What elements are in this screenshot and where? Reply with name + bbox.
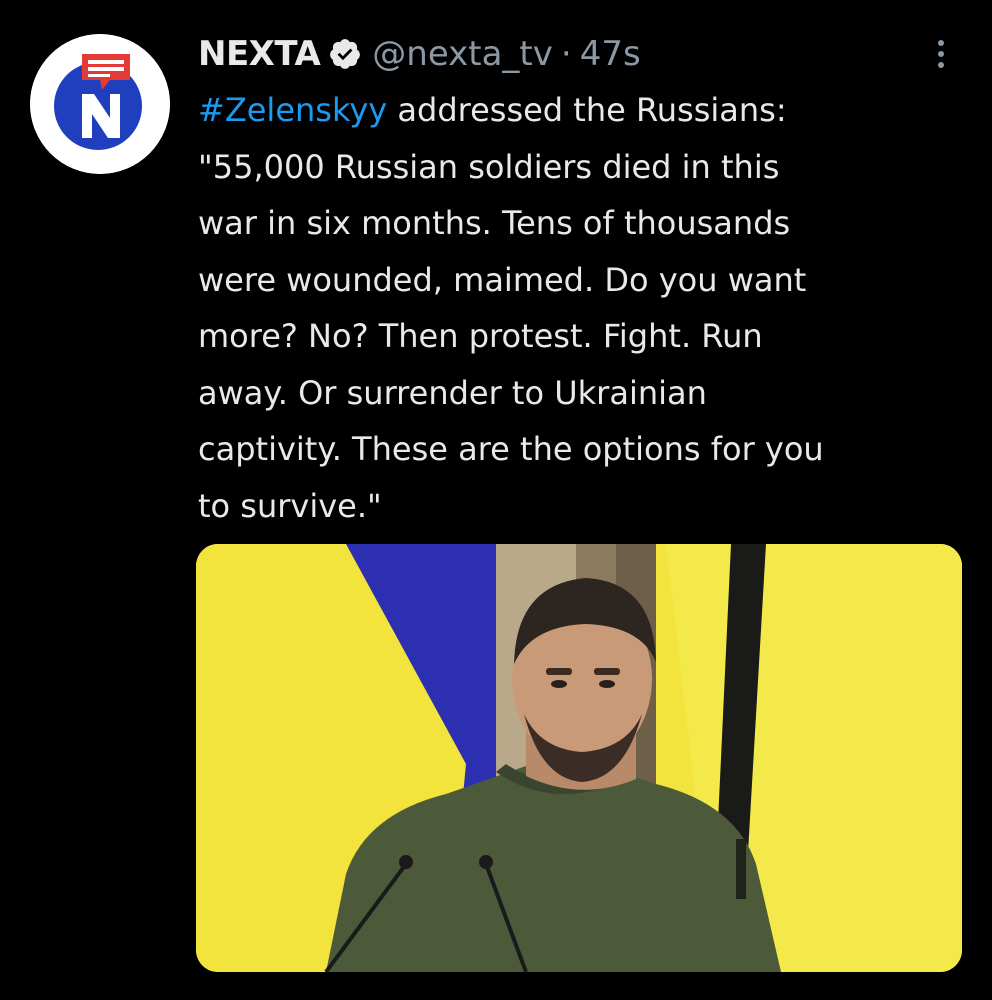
tweet-line: captivity. These are the options for you	[198, 430, 824, 468]
tweet-text: #Zelenskyy addressed the Russians: "55,0…	[198, 82, 958, 534]
tweet-line: to survive."	[198, 486, 382, 525]
tweet-line: away. Or surrender to Ukrainian	[198, 373, 707, 412]
tweet-line: #Zelenskyy addressed the Russians:	[198, 82, 958, 139]
more-dot	[938, 62, 944, 68]
tweet-line: were wounded, maimed. Do you want	[198, 260, 807, 299]
photo-illustration	[196, 544, 962, 972]
media-photo[interactable]	[196, 544, 962, 972]
author-name[interactable]: NEXTA	[198, 34, 321, 74]
timestamp[interactable]: 47s	[580, 34, 641, 74]
verified-badge-icon	[328, 37, 362, 71]
nexta-logo-icon	[30, 34, 170, 174]
tweet-line: "55,000 Russian soldiers died in this	[198, 147, 780, 186]
author-handle[interactable]: @nexta_tv	[372, 34, 553, 74]
avatar[interactable]	[30, 34, 170, 174]
more-options-icon[interactable]	[926, 34, 956, 74]
more-dot	[938, 51, 944, 57]
separator-dot: ·	[560, 34, 572, 74]
hashtag-link[interactable]: #Zelenskyy	[198, 91, 387, 129]
tweet-header: NEXTA @nexta_tv · 47s	[198, 30, 641, 78]
more-dot	[938, 40, 944, 46]
tweet-line-text: addressed the Russians:	[387, 91, 787, 129]
tweet-line: more? No? Then protest. Fight. Run	[198, 317, 763, 355]
tweet-line: war in six months. Tens of thousands	[198, 204, 791, 242]
